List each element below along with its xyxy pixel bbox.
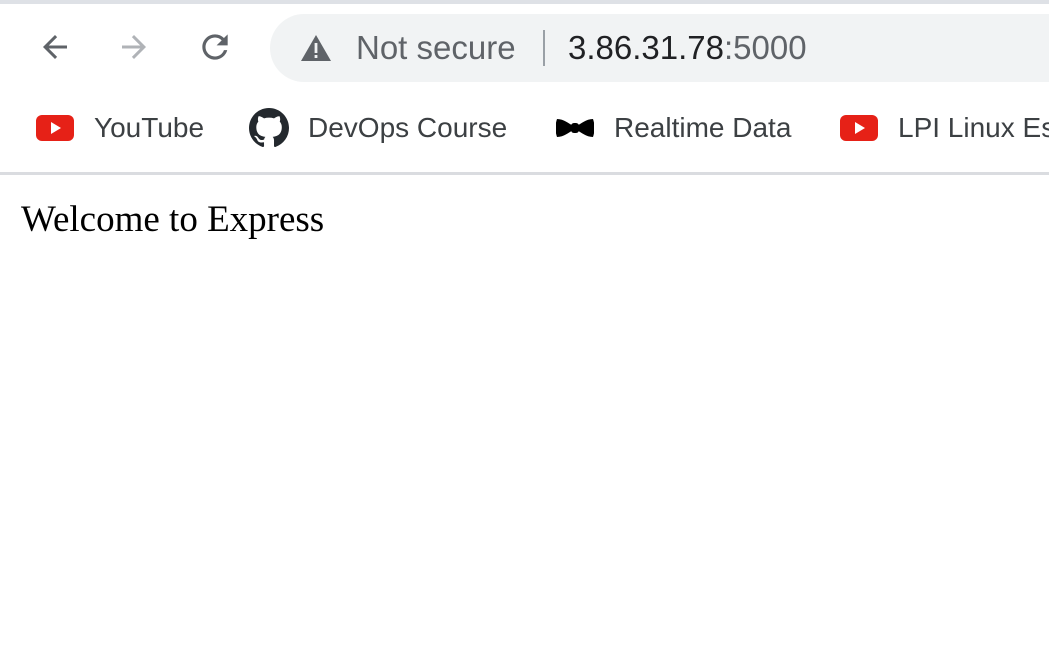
bookmark-devops-course[interactable]: DevOps Course	[249, 106, 507, 150]
browser-toolbar: Not secure 3.86.31.78:5000	[0, 4, 1049, 90]
forward-button[interactable]	[113, 26, 155, 68]
address-separator	[543, 30, 545, 66]
warning-triangle-icon[interactable]	[300, 34, 332, 62]
bookmark-realtime-data[interactable]: Realtime Data	[555, 106, 791, 150]
bookmark-label: LPI Linux Es	[898, 112, 1049, 143]
url-host: 3.86.31.78	[568, 29, 724, 66]
bookmark-label: Realtime Data	[614, 112, 792, 143]
bookmark-youtube[interactable]: YouTube	[35, 106, 204, 150]
back-arrow-icon	[43, 35, 67, 59]
back-button[interactable]	[34, 26, 76, 68]
bookmarks-bar: YouTube DevOps Course Realtime Data LPI …	[0, 90, 1049, 172]
youtube-icon	[35, 108, 75, 148]
bowtie-icon	[555, 108, 595, 148]
toolbar-divider	[0, 172, 1049, 175]
forward-arrow-icon	[122, 35, 146, 59]
reload-icon	[202, 34, 228, 60]
github-icon	[249, 108, 289, 148]
security-status-label[interactable]: Not secure	[356, 28, 516, 68]
bookmark-label: YouTube	[94, 112, 205, 143]
youtube-icon	[839, 108, 879, 148]
url-text[interactable]: 3.86.31.78:5000	[568, 28, 807, 68]
address-bar[interactable]: Not secure 3.86.31.78:5000	[270, 14, 1049, 82]
bookmark-label: DevOps Course	[308, 112, 508, 143]
page-heading: Welcome to Express	[21, 199, 325, 240]
url-port: :5000	[723, 29, 807, 66]
bookmark-lpi-linux[interactable]: LPI Linux Es	[839, 106, 1049, 150]
reload-button[interactable]	[194, 26, 236, 68]
